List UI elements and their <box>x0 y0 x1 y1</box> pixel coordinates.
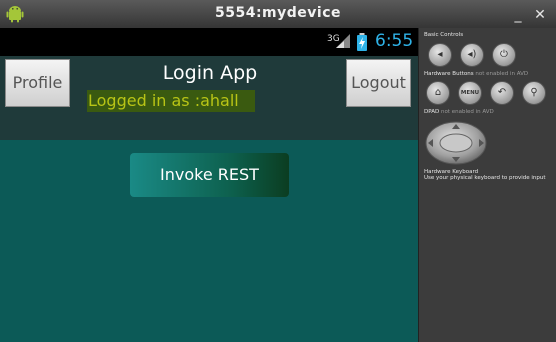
volume-up-icon[interactable]: ◂) <box>460 43 484 67</box>
dpad-label: DPAD <box>424 109 440 115</box>
battery-icon <box>357 33 367 51</box>
dpad-control[interactable] <box>425 121 487 165</box>
volume-down-icon[interactable]: ◂ <box>428 43 452 67</box>
hardware-buttons-heading: Hardware Buttons not enabled in AVD <box>424 71 528 77</box>
profile-button[interactable]: Profile <box>5 59 70 107</box>
signal-icon <box>336 34 350 48</box>
hardware-buttons-note: not enabled in AVD <box>475 71 529 77</box>
status-bar: 3G 6:55 <box>0 28 418 56</box>
app-title: Login App <box>162 62 258 84</box>
dpad-heading: DPAD not enabled in AVD <box>424 109 494 115</box>
invoke-rest-button[interactable]: Invoke REST <box>130 153 289 197</box>
clock: 6:55 <box>375 31 414 51</box>
home-icon[interactable]: ⌂ <box>426 81 450 105</box>
minimize-icon[interactable]: _ <box>510 7 526 23</box>
power-icon[interactable]: ⏻ <box>492 43 516 67</box>
window-title-bar: 5554:mydevice _ ✕ <box>0 0 556 29</box>
close-icon[interactable]: ✕ <box>532 7 548 23</box>
dpad-note: not enabled in AVD <box>440 109 494 115</box>
device-screen: 3G 6:55 Profile Login App Logged in as :… <box>0 28 418 342</box>
search-icon[interactable]: ⚲ <box>522 81 546 105</box>
basic-controls-heading: Basic Controls <box>424 32 464 38</box>
window-title: 5554:mydevice <box>214 5 341 21</box>
emulator-control-panel: Basic Controls ◂ ◂) ⏻ Hardware Buttons n… <box>418 28 556 342</box>
keyboard-hint: Use your physical keyboard to provide in… <box>424 175 546 181</box>
logout-button[interactable]: Logout <box>346 59 411 107</box>
logged-in-label: Logged in as :ahall <box>87 90 255 112</box>
hardware-buttons-label: Hardware Buttons <box>424 71 474 77</box>
menu-button[interactable]: MENU <box>458 81 482 105</box>
app-header: Profile Login App Logged in as :ahall Lo… <box>0 56 418 140</box>
back-icon[interactable]: ↶ <box>490 81 514 105</box>
